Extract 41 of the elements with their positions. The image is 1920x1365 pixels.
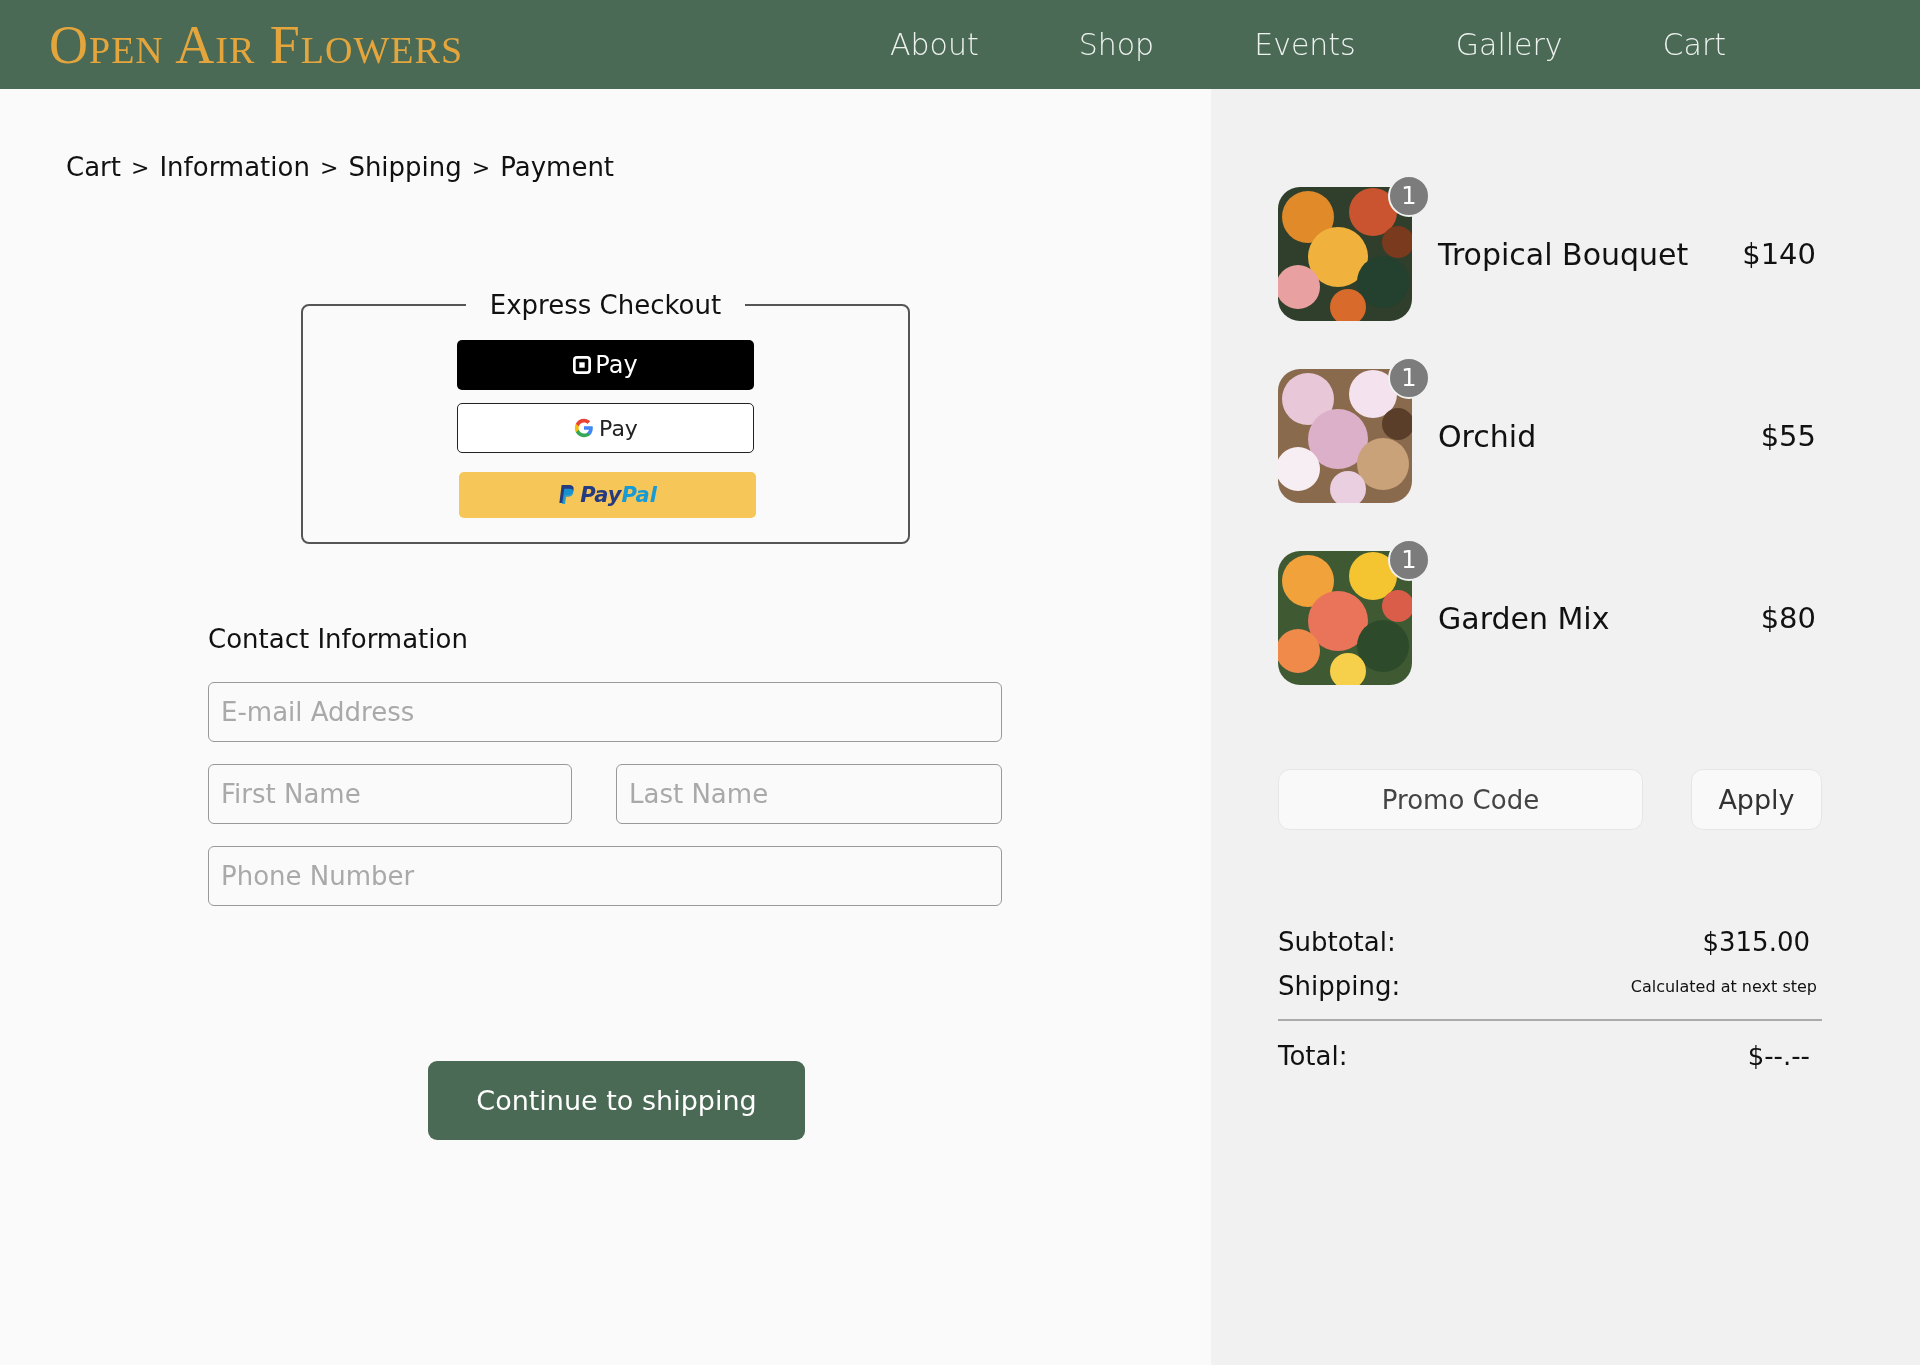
subtotal-value: $315.00 [1702,927,1810,957]
breadcrumb-separator: > [319,154,339,180]
nav-link[interactable]: About [890,27,979,62]
quantity-badge: 1 [1388,539,1430,581]
breadcrumb-separator: > [471,154,491,180]
quantity-badge: 1 [1388,357,1430,399]
nav-link[interactable]: Events [1254,27,1356,62]
total-label: Total: [1278,1041,1348,1071]
product-name: Orchid [1438,418,1538,454]
total-value: $--.-- [1747,1041,1810,1071]
product-name: Garden Mix [1438,600,1611,636]
text-input-field[interactable]: Phone Number [208,846,1002,906]
google-pay-button[interactable]: Pay [457,403,754,453]
promo-code-field[interactable]: Promo Code [1278,769,1643,830]
breadcrumb-link[interactable]: Shipping [348,152,462,182]
breadcrumb-link[interactable]: Payment [500,152,615,182]
contact-section-title: Contact Information [208,624,469,654]
nav-link[interactable]: Gallery [1455,27,1563,62]
paypal-button[interactable]: PayPal [459,472,756,518]
product-price: $55 [1760,419,1816,453]
quantity-badge: 1 [1388,175,1430,217]
text-input-field[interactable]: First Name [208,764,572,824]
square-pay-button[interactable]: Pay [457,340,754,390]
apply-button[interactable]: Apply [1691,769,1822,830]
paypal-logo-icon [558,484,577,506]
google-logo-icon [573,417,596,439]
breadcrumb-link[interactable]: Cart [66,152,121,182]
shipping-label: Shipping: [1278,971,1401,1001]
product-price: $140 [1742,237,1816,271]
nav-link[interactable]: Cart [1662,27,1727,62]
breadcrumb-separator: > [131,154,150,180]
breadcrumb-link[interactable]: Information [159,152,310,182]
text-input-field[interactable]: E-mail Address [208,682,1002,742]
product-name: Tropical Bouquet [1438,236,1690,272]
continue-button[interactable]: Continue to shipping [428,1061,805,1140]
shipping-note: Calculated at next step [1630,976,1817,996]
square-logo-icon [573,356,592,374]
text-input-field[interactable]: Last Name [616,764,1002,824]
subtotal-label: Subtotal: [1278,927,1396,957]
product-price: $80 [1760,601,1816,635]
nav-link[interactable]: Shop [1078,27,1155,62]
